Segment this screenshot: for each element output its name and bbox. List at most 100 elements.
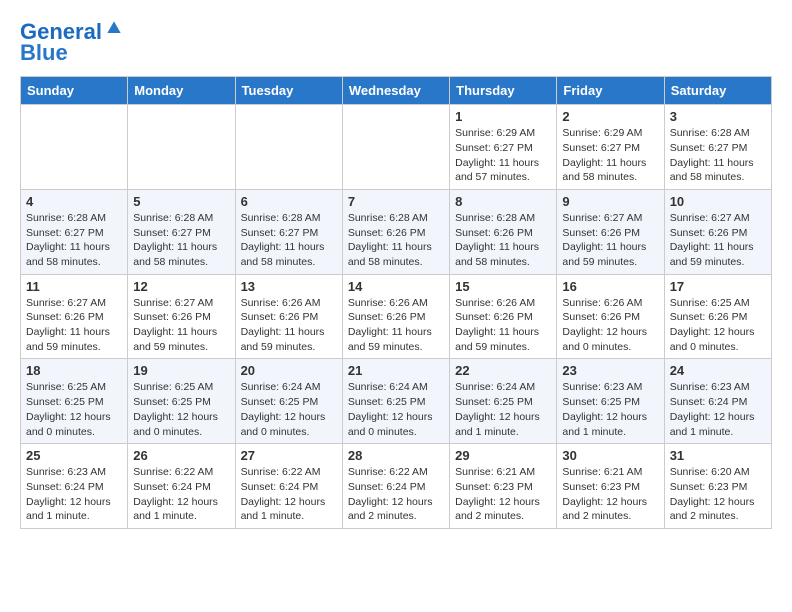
day-number: 13 <box>241 279 337 294</box>
calendar-cell: 27Sunrise: 6:22 AMSunset: 6:24 PMDayligh… <box>235 444 342 529</box>
calendar-cell: 7 Sunrise: 6:28 AMSunset: 6:26 PMDaylight… <box>342 189 449 274</box>
day-number: 26 <box>133 448 229 463</box>
day-info: Sunrise: 6:28 AMSunset: 6:26 PMDaylight:… <box>455 211 551 270</box>
day-info: Sunrise: 6:26 AMSunset: 6:26 PMDaylight:… <box>348 296 444 355</box>
day-info: Sunrise: 6:20 AMSunset: 6:23 PMDaylight:… <box>670 465 766 524</box>
calendar-cell: 16 Sunrise: 6:26 AMSunset: 6:26 PMDayligh… <box>557 274 664 359</box>
day-info: Sunrise: 6:25 AMSunset: 6:25 PMDaylight:… <box>133 380 229 439</box>
day-info: Sunrise: 6:23 AMSunset: 6:24 PMDaylight:… <box>670 380 766 439</box>
calendar-cell: 19 Sunrise: 6:25 AMSunset: 6:25 PMDayligh… <box>128 359 235 444</box>
calendar-cell: 22Sunrise: 6:24 AMSunset: 6:25 PMDayligh… <box>450 359 557 444</box>
calendar-cell: 8 Sunrise: 6:28 AMSunset: 6:26 PMDaylight… <box>450 189 557 274</box>
calendar-cell: 25 Sunrise: 6:23 AMSunset: 6:24 PMDayligh… <box>21 444 128 529</box>
weekday-header-saturday: Saturday <box>664 77 771 105</box>
day-number: 3 <box>670 109 766 124</box>
day-info: Sunrise: 6:29 AMSunset: 6:27 PMDaylight:… <box>455 126 551 185</box>
day-info: Sunrise: 6:25 AMSunset: 6:26 PMDaylight:… <box>670 296 766 355</box>
day-info: Sunrise: 6:27 AMSunset: 6:26 PMDaylight:… <box>562 211 658 270</box>
day-info: Sunrise: 6:23 AMSunset: 6:24 PMDaylight:… <box>26 465 122 524</box>
day-info: Sunrise: 6:22 AMSunset: 6:24 PMDaylight:… <box>348 465 444 524</box>
weekday-header-tuesday: Tuesday <box>235 77 342 105</box>
day-number: 19 <box>133 363 229 378</box>
calendar-cell: 12 Sunrise: 6:27 AMSunset: 6:26 PMDayligh… <box>128 274 235 359</box>
day-number: 28 <box>348 448 444 463</box>
day-info: Sunrise: 6:22 AMSunset: 6:24 PMDaylight:… <box>241 465 337 524</box>
calendar-cell: 31 Sunrise: 6:20 AMSunset: 6:23 PMDayligh… <box>664 444 771 529</box>
calendar-table: SundayMondayTuesdayWednesdayThursdayFrid… <box>20 76 772 529</box>
day-info: Sunrise: 6:27 AMSunset: 6:26 PMDaylight:… <box>133 296 229 355</box>
calendar-cell: 26 Sunrise: 6:22 AMSunset: 6:24 PMDayligh… <box>128 444 235 529</box>
day-number: 29 <box>455 448 551 463</box>
calendar-cell <box>235 105 342 190</box>
calendar-cell: 11 Sunrise: 6:27 AMSunset: 6:26 PMDayligh… <box>21 274 128 359</box>
day-info: Sunrise: 6:28 AMSunset: 6:26 PMDaylight:… <box>348 211 444 270</box>
day-number: 11 <box>26 279 122 294</box>
calendar-cell <box>342 105 449 190</box>
day-info: Sunrise: 6:21 AMSunset: 6:23 PMDaylight:… <box>455 465 551 524</box>
day-info: Sunrise: 6:26 AMSunset: 6:26 PMDaylight:… <box>562 296 658 355</box>
day-info: Sunrise: 6:23 AMSunset: 6:25 PMDaylight:… <box>562 380 658 439</box>
day-info: Sunrise: 6:27 AMSunset: 6:26 PMDaylight:… <box>670 211 766 270</box>
calendar-cell: 3 Sunrise: 6:28 AMSunset: 6:27 PMDaylight… <box>664 105 771 190</box>
calendar-cell: 13 Sunrise: 6:26 AMSunset: 6:26 PMDayligh… <box>235 274 342 359</box>
day-number: 22 <box>455 363 551 378</box>
weekday-header-friday: Friday <box>557 77 664 105</box>
day-info: Sunrise: 6:28 AMSunset: 6:27 PMDaylight:… <box>133 211 229 270</box>
calendar-cell: 29 Sunrise: 6:21 AMSunset: 6:23 PMDayligh… <box>450 444 557 529</box>
day-number: 1 <box>455 109 551 124</box>
day-info: Sunrise: 6:26 AMSunset: 6:26 PMDaylight:… <box>455 296 551 355</box>
day-number: 12 <box>133 279 229 294</box>
weekday-header-wednesday: Wednesday <box>342 77 449 105</box>
day-info: Sunrise: 6:24 AMSunset: 6:25 PMDaylight:… <box>348 380 444 439</box>
day-number: 2 <box>562 109 658 124</box>
day-info: Sunrise: 6:24 AMSunset: 6:25 PMDaylight:… <box>241 380 337 439</box>
calendar-week-row: 1 Sunrise: 6:29 AMSunset: 6:27 PMDaylight… <box>21 105 772 190</box>
day-number: 16 <box>562 279 658 294</box>
calendar-cell: 5 Sunrise: 6:28 AMSunset: 6:27 PMDaylight… <box>128 189 235 274</box>
day-info: Sunrise: 6:29 AMSunset: 6:27 PMDaylight:… <box>562 126 658 185</box>
day-number: 20 <box>241 363 337 378</box>
day-number: 25 <box>26 448 122 463</box>
calendar-cell: 30 Sunrise: 6:21 AMSunset: 6:23 PMDayligh… <box>557 444 664 529</box>
calendar-cell: 28 Sunrise: 6:22 AMSunset: 6:24 PMDayligh… <box>342 444 449 529</box>
day-number: 24 <box>670 363 766 378</box>
calendar-cell: 20 Sunrise: 6:24 AMSunset: 6:25 PMDayligh… <box>235 359 342 444</box>
day-info: Sunrise: 6:28 AMSunset: 6:27 PMDaylight:… <box>26 211 122 270</box>
calendar-cell: 14 Sunrise: 6:26 AMSunset: 6:26 PMDayligh… <box>342 274 449 359</box>
calendar-cell: 6 Sunrise: 6:28 AMSunset: 6:27 PMDaylight… <box>235 189 342 274</box>
calendar-cell <box>128 105 235 190</box>
day-number: 31 <box>670 448 766 463</box>
day-info: Sunrise: 6:28 AMSunset: 6:27 PMDaylight:… <box>241 211 337 270</box>
logo: General Blue <box>20 20 124 66</box>
calendar-cell: 18Sunrise: 6:25 AMSunset: 6:25 PMDayligh… <box>21 359 128 444</box>
day-number: 5 <box>133 194 229 209</box>
day-info: Sunrise: 6:28 AMSunset: 6:27 PMDaylight:… <box>670 126 766 185</box>
day-number: 8 <box>455 194 551 209</box>
weekday-header-row: SundayMondayTuesdayWednesdayThursdayFrid… <box>21 77 772 105</box>
weekday-header-monday: Monday <box>128 77 235 105</box>
day-info: Sunrise: 6:21 AMSunset: 6:23 PMDaylight:… <box>562 465 658 524</box>
day-number: 17 <box>670 279 766 294</box>
calendar-cell: 10 Sunrise: 6:27 AMSunset: 6:26 PMDayligh… <box>664 189 771 274</box>
weekday-header-thursday: Thursday <box>450 77 557 105</box>
day-number: 4 <box>26 194 122 209</box>
calendar-cell <box>21 105 128 190</box>
calendar-cell: 4 Sunrise: 6:28 AMSunset: 6:27 PMDaylight… <box>21 189 128 274</box>
day-info: Sunrise: 6:22 AMSunset: 6:24 PMDaylight:… <box>133 465 229 524</box>
day-number: 7 <box>348 194 444 209</box>
calendar-cell: 21Sunrise: 6:24 AMSunset: 6:25 PMDayligh… <box>342 359 449 444</box>
day-number: 30 <box>562 448 658 463</box>
day-number: 6 <box>241 194 337 209</box>
calendar-week-row: 4 Sunrise: 6:28 AMSunset: 6:27 PMDaylight… <box>21 189 772 274</box>
calendar-cell: 15Sunrise: 6:26 AMSunset: 6:26 PMDayligh… <box>450 274 557 359</box>
weekday-header-sunday: Sunday <box>21 77 128 105</box>
day-number: 14 <box>348 279 444 294</box>
day-number: 10 <box>670 194 766 209</box>
logo-icon <box>104 18 124 38</box>
calendar-cell: 2 Sunrise: 6:29 AMSunset: 6:27 PMDaylight… <box>557 105 664 190</box>
day-info: Sunrise: 6:27 AMSunset: 6:26 PMDaylight:… <box>26 296 122 355</box>
calendar-cell: 9Sunrise: 6:27 AMSunset: 6:26 PMDaylight… <box>557 189 664 274</box>
day-info: Sunrise: 6:26 AMSunset: 6:26 PMDaylight:… <box>241 296 337 355</box>
calendar-week-row: 18Sunrise: 6:25 AMSunset: 6:25 PMDayligh… <box>21 359 772 444</box>
calendar-cell: 23Sunrise: 6:23 AMSunset: 6:25 PMDayligh… <box>557 359 664 444</box>
